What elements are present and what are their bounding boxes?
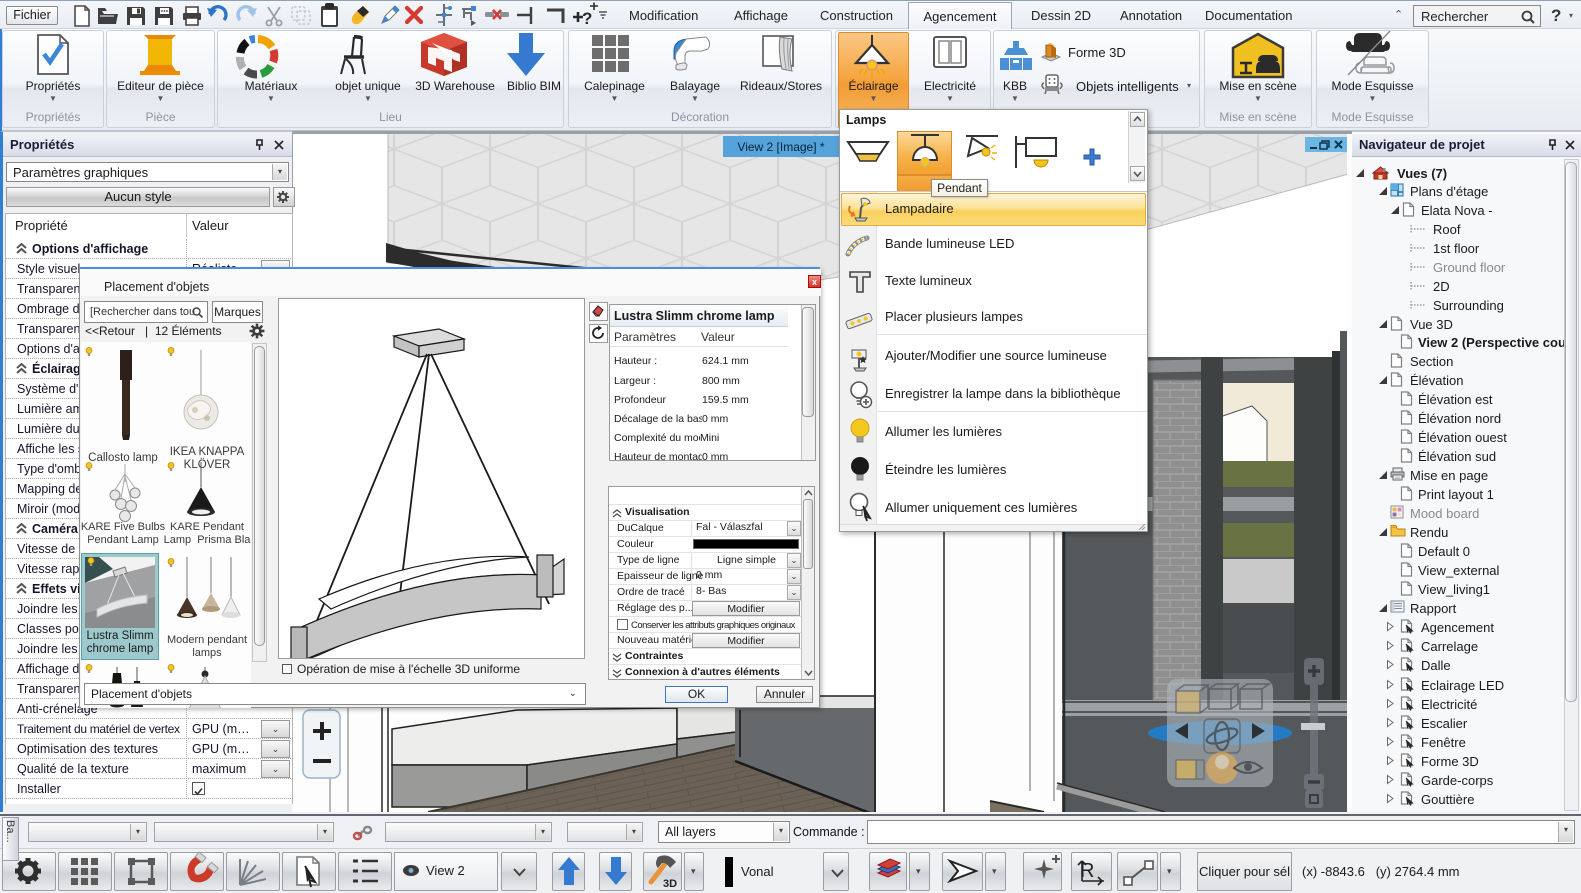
svg-text:?: ? <box>582 9 592 28</box>
svg-text:View 2 [Image] *: View 2 [Image] * <box>737 140 824 154</box>
svg-text:3D: 3D <box>663 878 677 890</box>
